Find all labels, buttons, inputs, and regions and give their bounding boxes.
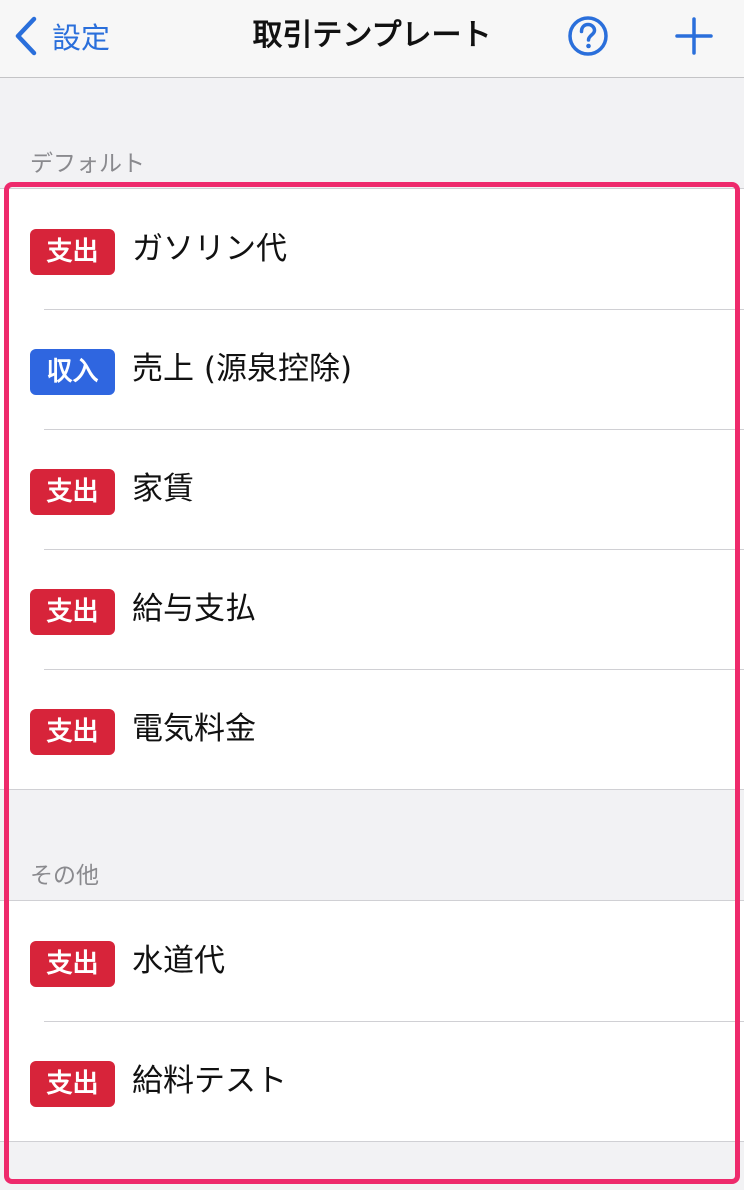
template-label: 電気料金	[132, 711, 256, 747]
plus-icon	[675, 17, 713, 55]
section-header-default: デフォルト	[30, 151, 145, 177]
template-row[interactable]: 支出 電気料金	[0, 669, 744, 789]
type-badge: 支出	[30, 229, 115, 275]
template-row[interactable]: 支出 ガソリン代	[0, 189, 744, 309]
add-button[interactable]	[672, 14, 716, 58]
template-label: ガソリン代	[132, 231, 287, 267]
type-badge: 収入	[30, 349, 115, 395]
type-badge: 支出	[30, 1061, 115, 1107]
type-badge: 支出	[30, 941, 115, 987]
template-list-default: 支出 ガソリン代 収入 売上 (源泉控除) 支出 家賃 支出 給与支払 支出 電…	[0, 188, 744, 790]
template-label: 家賃	[132, 471, 194, 507]
navigation-bar: 設定 取引テンプレート	[0, 0, 744, 78]
type-badge: 支出	[30, 709, 115, 755]
type-badge: 支出	[30, 469, 115, 515]
type-badge: 支出	[30, 589, 115, 635]
template-row[interactable]: 収入 売上 (源泉控除)	[0, 309, 744, 429]
template-label: 売上 (源泉控除)	[132, 351, 353, 387]
template-label: 水道代	[132, 943, 225, 979]
template-row[interactable]: 支出 家賃	[0, 429, 744, 549]
template-row[interactable]: 支出 水道代	[0, 901, 744, 1021]
section-header-other: その他	[30, 863, 99, 889]
template-row[interactable]: 支出 給料テスト	[0, 1021, 744, 1141]
question-circle-icon	[568, 16, 608, 56]
help-button[interactable]	[566, 14, 610, 58]
template-label: 給料テスト	[132, 1063, 287, 1099]
page-title: 取引テンプレート	[252, 18, 492, 53]
template-row[interactable]: 支出 給与支払	[0, 549, 744, 669]
template-label: 給与支払	[132, 591, 256, 627]
template-list-other: 支出 水道代 支出 給料テスト	[0, 900, 744, 1142]
